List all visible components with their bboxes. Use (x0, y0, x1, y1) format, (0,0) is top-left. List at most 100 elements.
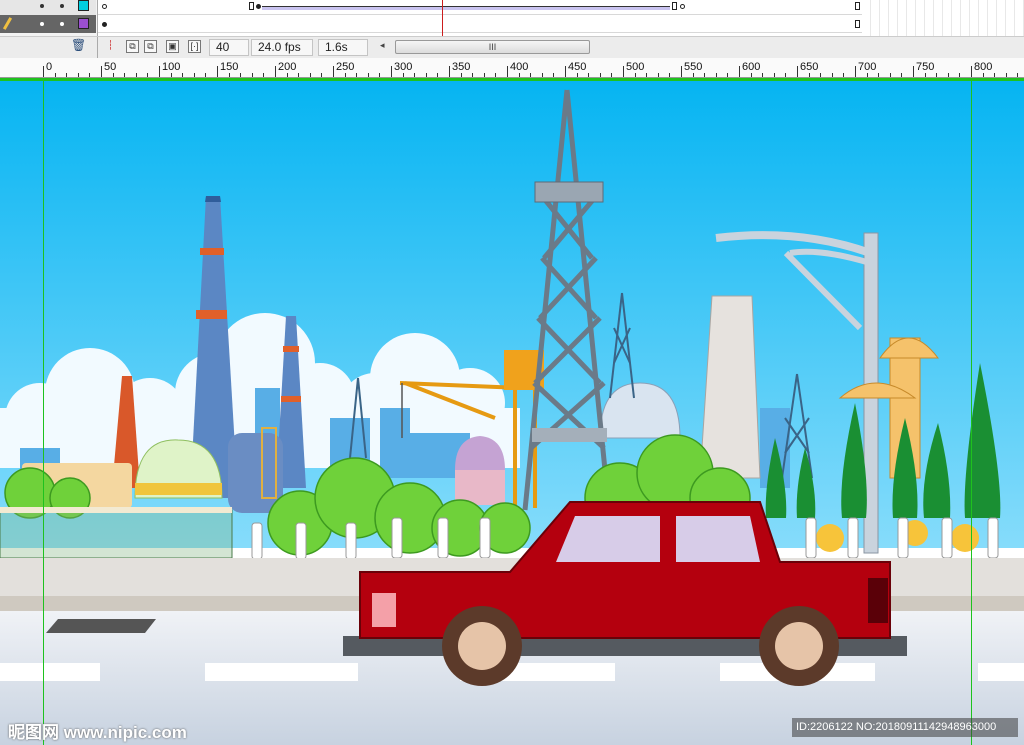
scroll-left-arrow-icon[interactable]: ◂ (380, 40, 385, 51)
layer-color-swatch[interactable] (78, 0, 89, 11)
ruler-label: 350 (452, 61, 471, 73)
frame-strip-top[interactable] (98, 0, 863, 15)
endframe-marker[interactable] (672, 2, 677, 10)
frame-grid[interactable] (862, 0, 1024, 36)
trash-icon[interactable]: 🗑 (71, 39, 86, 53)
layer-row-top[interactable] (0, 0, 96, 15)
ruler-label: 150 (220, 61, 239, 73)
ruler-label: 550 (684, 61, 703, 73)
storm-drain (46, 619, 156, 633)
ruler-minor-tick (495, 73, 497, 77)
ruler-minor-tick (124, 73, 126, 77)
ruler-minor-tick (460, 73, 462, 77)
divider (97, 37, 98, 59)
ruler-major-tick (681, 66, 682, 77)
ruler-minor-tick (1005, 73, 1007, 77)
ruler-minor-tick (425, 73, 427, 77)
ruler-minor-tick (762, 73, 764, 77)
ruler-major-tick (739, 66, 740, 77)
guide-line-top[interactable] (0, 78, 1024, 81)
guide-line-left[interactable] (43, 78, 44, 745)
ruler-major-tick (507, 66, 508, 77)
edit-multiple-frames-icon[interactable]: ▣ (166, 40, 179, 53)
ruler-minor-tick (785, 73, 787, 77)
ruler-minor-tick (994, 73, 996, 77)
ruler-minor-tick (611, 73, 613, 77)
keyframe-marker[interactable] (102, 22, 107, 27)
lock-dot[interactable] (60, 22, 64, 26)
endframe-marker[interactable] (249, 2, 254, 10)
ruler-minor-tick (669, 73, 671, 77)
ruler-minor-tick (924, 73, 926, 77)
ruler-label: 200 (278, 61, 297, 73)
ruler-minor-tick (588, 73, 590, 77)
ruler-minor-tick (193, 73, 195, 77)
ruler-minor-tick (866, 73, 868, 77)
visibility-dot[interactable] (40, 4, 44, 8)
timeline-scrollbar[interactable]: III (395, 40, 590, 54)
ruler-minor-tick (356, 73, 358, 77)
ruler-minor-tick (135, 73, 137, 77)
ruler-major-tick (855, 66, 856, 77)
onion-outline-icon[interactable]: ⧉ (144, 40, 157, 53)
ruler-minor-tick (599, 73, 601, 77)
horizontal-ruler: 0 50 100 150 200 250 300 350 400 450 500 550 600 650 7… (0, 58, 1024, 78)
ruler-minor-tick (54, 73, 56, 77)
endframe-marker[interactable] (855, 20, 860, 28)
lock-dot[interactable] (60, 4, 64, 8)
modify-markers-icon[interactable]: [·] (188, 40, 201, 53)
ruler-minor-tick (298, 73, 300, 77)
ruler-minor-tick (831, 73, 833, 77)
city-scene (0, 78, 1024, 745)
tank-blue (228, 433, 283, 513)
layer-color-swatch[interactable] (78, 18, 89, 29)
keyframe-marker[interactable] (680, 4, 685, 9)
frame-rate-field[interactable]: 24.0 fps (251, 39, 313, 56)
timeline-toolbar: 🗑 ┆ ⧉ ⧉ ▣ [·] 40 24.0 fps 1.6s ◂ III (0, 36, 1024, 59)
center-frame-icon[interactable]: ┆ (104, 40, 117, 53)
ruler-minor-tick (402, 73, 404, 77)
frame-strip-bottom[interactable] (98, 15, 863, 33)
ruler-minor-tick (483, 73, 485, 77)
ruler-major-tick (217, 66, 218, 77)
motion-tween-arrow[interactable] (262, 6, 670, 10)
ruler-minor-tick (321, 73, 323, 77)
keyframe-marker[interactable] (102, 4, 107, 9)
ruler-minor-tick (472, 73, 474, 77)
ruler-major-tick (391, 66, 392, 77)
ruler-minor-tick (77, 73, 79, 77)
ruler-label: 500 (626, 61, 645, 73)
ruler-minor-tick (692, 73, 694, 77)
endframe-marker[interactable] (855, 2, 860, 10)
ruler-minor-tick (715, 73, 717, 77)
watermark-site: 昵图网 www.nipic.com (8, 723, 187, 742)
fence-lattice (0, 507, 233, 559)
ruler-major-tick (449, 66, 450, 77)
stage-canvas[interactable]: 昵图网 www.nipic.com ID:2206122 NO:20180911… (0, 78, 1024, 745)
ruler-minor-tick (727, 73, 729, 77)
ruler-minor-tick (437, 73, 439, 77)
playhead[interactable] (442, 0, 443, 36)
ruler-minor-tick (263, 73, 265, 77)
visibility-dot[interactable] (40, 22, 44, 26)
frame-area[interactable] (97, 0, 863, 36)
ruler-major-tick (797, 66, 798, 77)
ruler-minor-tick (414, 73, 416, 77)
layer-row-selected[interactable] (0, 15, 96, 33)
ruler-major-tick (159, 66, 160, 77)
ruler-major-tick (565, 66, 566, 77)
ruler-minor-tick (228, 73, 230, 77)
ruler-minor-tick (147, 73, 149, 77)
elapsed-time-field: 1.6s (318, 39, 368, 56)
ruler-minor-tick (541, 73, 543, 77)
timeline-panel: 🗑 ┆ ⧉ ⧉ ▣ [·] 40 24.0 fps 1.6s ◂ III (0, 0, 1024, 59)
current-frame-field[interactable]: 40 (209, 39, 249, 56)
onion-skin-icon[interactable]: ⧉ (126, 40, 139, 53)
ruler-minor-tick (704, 73, 706, 77)
keyframe-marker[interactable] (256, 4, 261, 9)
ruler-major-tick (333, 66, 334, 77)
ruler-minor-tick (657, 73, 659, 77)
guide-line-right[interactable] (971, 78, 972, 745)
ruler-major-tick (101, 66, 102, 77)
ruler-minor-tick (936, 73, 938, 77)
